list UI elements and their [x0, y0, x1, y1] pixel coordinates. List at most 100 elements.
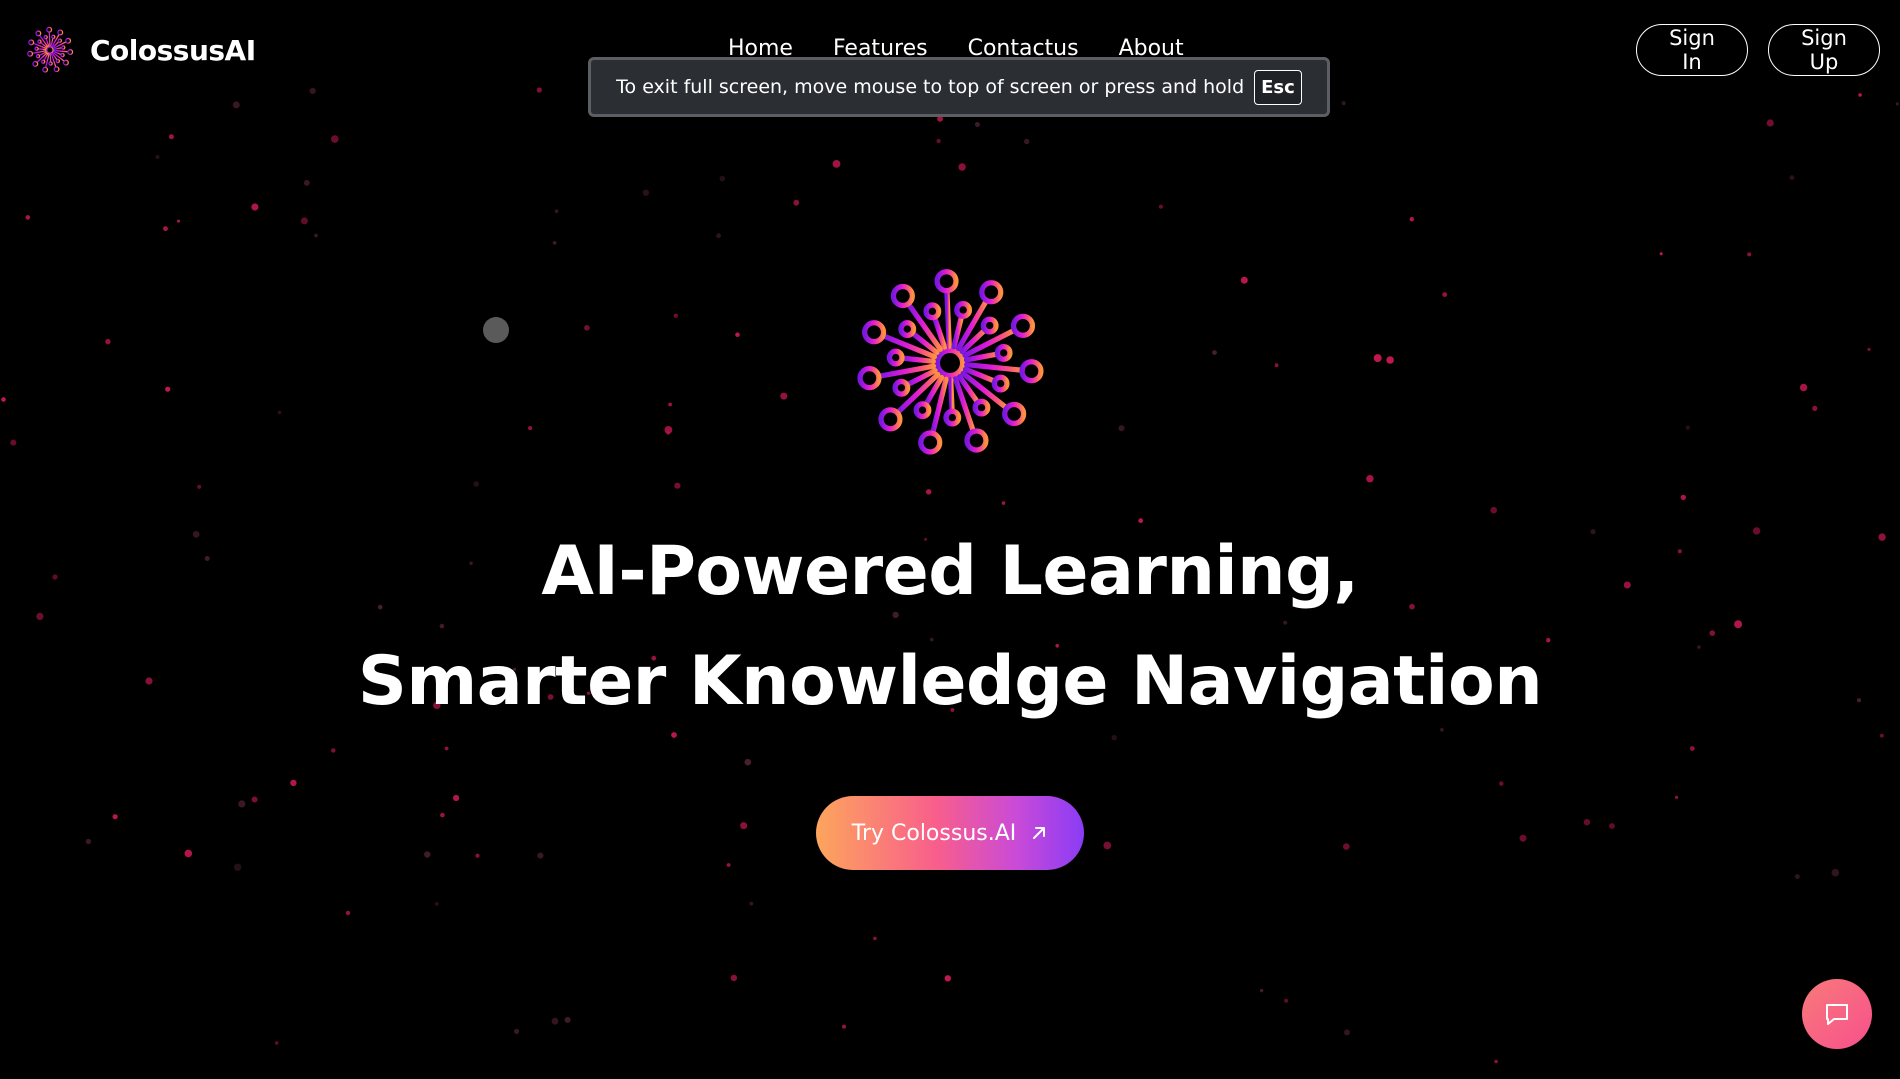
particle-dot	[1240, 276, 1248, 284]
particle-dot	[944, 975, 951, 982]
particle-dot	[730, 974, 738, 982]
particle-dot	[1499, 781, 1504, 786]
particle-dot	[744, 758, 752, 766]
particle-dot	[303, 179, 310, 186]
particle-dot	[1831, 868, 1840, 877]
particle-dot	[740, 822, 748, 830]
particle-dot	[551, 1017, 559, 1025]
particle-dot	[331, 135, 339, 143]
particle-dot	[793, 199, 800, 206]
particle-dot	[1494, 1059, 1498, 1064]
particle-dot	[1343, 843, 1350, 850]
try-colossus-label: Try Colossus.AI	[851, 820, 1017, 846]
particle-dot	[1023, 138, 1030, 145]
try-colossus-button[interactable]: Try Colossus.AI	[816, 796, 1084, 870]
landing-page: ColossusAI Home Features Contactus About…	[0, 0, 1900, 1079]
arrow-up-right-icon	[1033, 827, 1046, 839]
particle-dot	[439, 623, 445, 629]
particle-dot	[719, 175, 726, 182]
particle-dot	[105, 338, 111, 345]
particle-dot	[1675, 795, 1679, 800]
particle-dot	[1858, 93, 1862, 97]
particle-dot	[1895, 102, 1899, 106]
particle-dot	[1386, 356, 1394, 364]
particle-dot	[234, 863, 242, 871]
particle-dot	[1001, 501, 1006, 505]
chat-button[interactable]	[1802, 979, 1872, 1049]
particle-dot	[1212, 350, 1217, 355]
particle-dot	[184, 849, 193, 858]
particle-dot	[168, 134, 174, 140]
particle-dot	[671, 732, 677, 738]
fullscreen-exit-notice: To exit full screen, move mouse to top o…	[588, 57, 1330, 117]
particle-dot	[1789, 175, 1795, 181]
particle-dot	[584, 325, 590, 331]
particle-dot	[892, 611, 899, 619]
particle-dot	[514, 1028, 520, 1034]
particle-dot	[1867, 347, 1871, 351]
particle-dot	[930, 637, 934, 642]
particle-dot	[564, 1016, 571, 1023]
particle-dot	[85, 838, 92, 845]
particle-dot	[1341, 101, 1346, 106]
particle-dot	[958, 163, 966, 171]
particle-dot	[1766, 119, 1774, 127]
particle-dot	[232, 101, 240, 109]
particle-dot	[1490, 506, 1497, 514]
particle-dot	[528, 426, 533, 431]
particle-dot	[1111, 735, 1117, 741]
particle-dot	[749, 901, 754, 906]
particle-dot	[1680, 494, 1687, 501]
particle-dot	[1609, 823, 1615, 829]
particle-dot	[873, 936, 877, 941]
particle-dot	[1659, 252, 1663, 256]
particle-dot	[1274, 363, 1279, 368]
particle-dot	[1812, 405, 1818, 411]
particle-dot	[1409, 217, 1415, 222]
particle-dot	[314, 233, 318, 238]
particle-dot	[25, 215, 31, 220]
chat-bubble-icon	[1826, 1004, 1848, 1025]
sign-in-button[interactable]: Sign In	[1636, 24, 1748, 76]
particle-dot	[277, 410, 282, 415]
particle-dot	[974, 122, 980, 127]
particle-dot	[290, 779, 297, 787]
sign-up-button[interactable]: Sign Up	[1768, 24, 1880, 76]
particle-dot	[1685, 425, 1690, 430]
particle-dot	[192, 531, 200, 538]
particle-dot	[780, 392, 788, 400]
particle-dot	[554, 209, 559, 213]
particle-dot	[10, 439, 17, 446]
mouse-cursor-indicator	[483, 317, 509, 343]
particle-dot	[1283, 620, 1288, 625]
particle-dot	[673, 313, 678, 318]
particle-dot	[1590, 529, 1596, 535]
auth-buttons: Sign In Sign Up	[1636, 24, 1880, 76]
particle-dot	[1344, 1029, 1350, 1036]
particle-dot	[238, 800, 246, 808]
particle-dot	[309, 87, 316, 94]
particle-dot	[842, 1024, 846, 1029]
particle-dot	[536, 87, 542, 93]
particle-dot	[1519, 834, 1527, 842]
particle-dot	[1689, 746, 1695, 751]
hero-title-line-1: AI-Powered Learning,	[541, 532, 1359, 611]
particle-dot	[300, 217, 308, 225]
particle-dot	[424, 851, 431, 858]
particle-dot	[275, 1041, 279, 1045]
particle-dot	[1259, 988, 1264, 993]
particle-dot	[331, 748, 336, 753]
brand-logo-link[interactable]: ColossusAI	[24, 24, 256, 76]
particle-dot	[1752, 527, 1761, 535]
particle-dot	[1284, 998, 1289, 1003]
particle-dot	[1799, 383, 1808, 392]
particle-dot	[163, 226, 168, 232]
particle-dot	[537, 852, 544, 859]
particle-dot	[664, 426, 673, 434]
colossus-burst-logo-icon	[27, 26, 74, 73]
particle-dot	[251, 796, 258, 803]
particle-dot	[1103, 841, 1112, 850]
particle-dot	[552, 241, 557, 245]
particle-dot	[155, 155, 160, 159]
particle-dot	[345, 910, 351, 916]
